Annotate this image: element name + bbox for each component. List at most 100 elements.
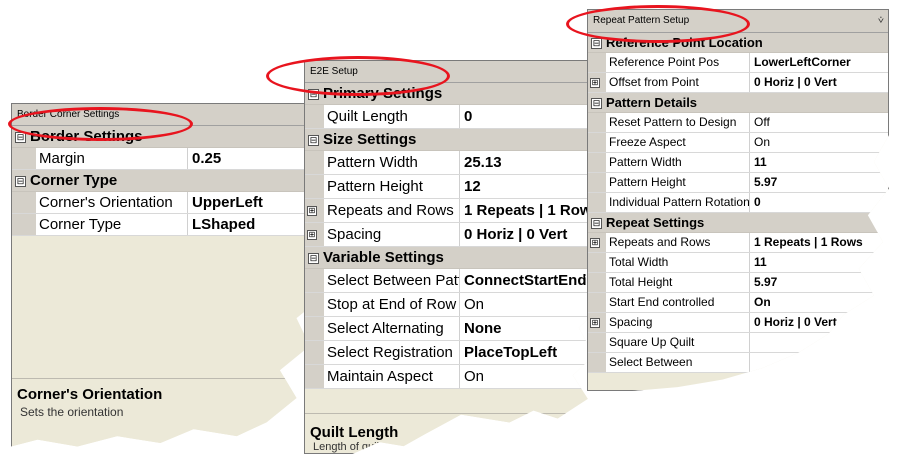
category-repeat-settings[interactable]: ⊟ Repeat Settings bbox=[588, 213, 888, 233]
property-row-pattern-width[interactable]: Pattern Width 11 bbox=[588, 153, 888, 173]
category-reference-point-location[interactable]: ⊟ Reference Point Location bbox=[588, 33, 888, 53]
property-row-total-width[interactable]: Total Width 11 bbox=[588, 253, 888, 273]
category-border-settings[interactable]: ⊟ Border Settings bbox=[12, 126, 342, 148]
category-label: Pattern Details bbox=[606, 95, 698, 110]
property-row-select-alternating[interactable]: Select Alternating None bbox=[305, 317, 605, 341]
property-value[interactable]: 11 bbox=[750, 153, 888, 172]
property-value[interactable]: On bbox=[460, 293, 605, 316]
category-size-settings[interactable]: ⊟ Size Settings bbox=[305, 129, 605, 151]
property-name: Reset Pattern to Design bbox=[606, 113, 750, 132]
row-gutter bbox=[588, 273, 606, 292]
border-corner-settings-panel: Border Corner Settings ⊟ Border Settings … bbox=[11, 103, 343, 447]
property-value[interactable]: Off bbox=[750, 113, 888, 132]
panel-title: Border Corner Settings bbox=[12, 104, 342, 126]
property-value[interactable]: 5.97 bbox=[750, 173, 888, 192]
collapse-icon[interactable]: ⊟ bbox=[308, 252, 319, 264]
property-value[interactable]: LowerLeftCorner bbox=[750, 53, 888, 72]
expand-icon[interactable]: ⊞ bbox=[307, 229, 317, 240]
category-corner-type[interactable]: ⊟ Corner Type bbox=[12, 170, 342, 192]
property-row-freeze-aspect[interactable]: Freeze Aspect On bbox=[588, 133, 888, 153]
category-primary-settings[interactable]: ⊟ Primary Settings bbox=[305, 83, 605, 105]
expand-icon[interactable]: ⊞ bbox=[590, 317, 600, 328]
property-value[interactable]: 1 Repeats | 1 Rows bbox=[460, 199, 605, 222]
property-row-pattern-height[interactable]: Pattern Height 5.97 bbox=[588, 173, 888, 193]
property-row-quilt-length[interactable]: Quilt Length 0 bbox=[305, 105, 605, 129]
collapse-icon[interactable]: ⊟ bbox=[15, 175, 26, 187]
property-grid: ⊟ Border Settings Margin 0.25 ⊟ Corner Typ… bbox=[12, 126, 342, 236]
property-row-repeats-and-rows[interactable]: ⊞ Repeats and Rows 1 Repeats | 1 Rows bbox=[305, 199, 605, 223]
collapse-icon[interactable]: ⊟ bbox=[308, 88, 319, 100]
property-value[interactable]: 1 Repeats | 1 Rows bbox=[750, 233, 888, 252]
collapse-icon[interactable]: ⊟ bbox=[15, 131, 26, 143]
collapse-icon[interactable]: ⊟ bbox=[591, 98, 602, 110]
property-value[interactable]: 25.13 bbox=[460, 151, 605, 174]
row-gutter bbox=[305, 341, 324, 364]
property-row-select-between[interactable]: Select Between Pattern ConnectStartEnd bbox=[305, 269, 605, 293]
row-gutter bbox=[588, 53, 606, 72]
property-row-total-height[interactable]: Total Height 5.97 bbox=[588, 273, 888, 293]
category-pattern-details[interactable]: ⊟ Pattern Details bbox=[588, 93, 888, 113]
property-value[interactable]: 0 Horiz | 0 Vert bbox=[750, 73, 888, 92]
property-value[interactable]: PlaceTopLeft bbox=[460, 341, 605, 364]
row-gutter bbox=[588, 153, 606, 172]
property-value[interactable] bbox=[750, 353, 888, 372]
property-row-offset-from-point[interactable]: ⊞ Offset from Point 0 Horiz | 0 Vert bbox=[588, 73, 888, 93]
property-row-start-end-controlled[interactable]: Start End controlled On bbox=[588, 293, 888, 313]
property-row-select-between[interactable]: Select Between bbox=[588, 353, 888, 373]
property-row-maintain-aspect[interactable]: Maintain Aspect On bbox=[305, 365, 605, 389]
row-gutter bbox=[588, 193, 606, 212]
property-row-corner-orientation[interactable]: Corner's Orientation UpperLeft bbox=[12, 192, 342, 214]
row-gutter: ⊞ bbox=[588, 73, 606, 92]
expand-icon[interactable]: ⊞ bbox=[307, 205, 317, 216]
property-value[interactable]: 5.97 bbox=[750, 273, 888, 292]
property-value[interactable]: On bbox=[460, 365, 605, 388]
property-row-square-up-quilt[interactable]: Square Up Quilt bbox=[588, 333, 888, 353]
property-name: Repeats and Rows bbox=[606, 233, 750, 252]
property-value[interactable]: 11 bbox=[750, 253, 888, 272]
property-value[interactable]: ConnectStartEnd bbox=[460, 269, 605, 292]
property-value[interactable]: 0 Horiz | 0 Vert bbox=[750, 313, 888, 332]
property-value[interactable]: On bbox=[750, 133, 888, 152]
property-row-spacing[interactable]: ⊞ Spacing 0 Horiz | 0 Vert bbox=[588, 313, 888, 333]
collapse-icon[interactable]: ⊟ bbox=[591, 38, 602, 50]
collapse-icon[interactable]: ⊟ bbox=[308, 134, 319, 146]
property-row-pattern-height[interactable]: Pattern Height 12 bbox=[305, 175, 605, 199]
pin-icon[interactable]: ⩒ bbox=[878, 10, 884, 32]
category-variable-settings[interactable]: ⊟ Variable Settings bbox=[305, 247, 605, 269]
property-name: Pattern Height bbox=[324, 175, 460, 198]
property-value[interactable]: 0 Horiz | 0 Vert bbox=[460, 223, 605, 246]
property-value[interactable] bbox=[750, 333, 888, 352]
property-value[interactable]: On bbox=[750, 293, 888, 312]
property-value[interactable]: 0 bbox=[750, 193, 888, 212]
property-row-reset-pattern[interactable]: Reset Pattern to Design Off bbox=[588, 113, 888, 133]
property-value[interactable]: 0 bbox=[460, 105, 605, 128]
property-row-reference-point-pos[interactable]: Reference Point Pos LowerLeftCorner bbox=[588, 53, 888, 73]
property-row-repeats-and-rows[interactable]: ⊞ Repeats and Rows 1 Repeats | 1 Rows bbox=[588, 233, 888, 253]
property-name: Freeze Aspect bbox=[606, 133, 750, 152]
description-text: Sets the orientation bbox=[20, 405, 124, 419]
panel-title: Repeat Pattern Setup ⩒ bbox=[588, 10, 888, 33]
property-row-pattern-width[interactable]: Pattern Width 25.13 bbox=[305, 151, 605, 175]
row-gutter bbox=[305, 293, 324, 316]
property-row-select-registration[interactable]: Select Registration PlaceTopLeft bbox=[305, 341, 605, 365]
panel-title: E2E Setup bbox=[305, 61, 605, 83]
row-gutter bbox=[305, 105, 324, 128]
category-label: Variable Settings bbox=[323, 249, 444, 266]
property-name: Maintain Aspect bbox=[324, 365, 460, 388]
property-row-spacing[interactable]: ⊞ Spacing 0 Horiz | 0 Vert bbox=[305, 223, 605, 247]
property-row-stop-at-end[interactable]: Stop at End of Row On bbox=[305, 293, 605, 317]
expand-icon[interactable]: ⊞ bbox=[590, 77, 600, 88]
property-value[interactable]: None bbox=[460, 317, 605, 340]
expand-icon[interactable]: ⊞ bbox=[590, 237, 600, 248]
property-row-margin[interactable]: Margin 0.25 bbox=[12, 148, 342, 170]
property-name: Margin bbox=[36, 148, 188, 169]
repeat-pattern-setup-panel: Repeat Pattern Setup ⩒ ⊟ Reference Point … bbox=[587, 9, 889, 391]
property-row-corner-type[interactable]: Corner Type LShaped bbox=[12, 214, 342, 236]
property-value[interactable]: 12 bbox=[460, 175, 605, 198]
row-gutter bbox=[305, 269, 324, 292]
row-gutter: ⊞ bbox=[305, 223, 324, 246]
property-name: Spacing bbox=[324, 223, 460, 246]
description-text: Length of quilt bbox=[313, 441, 383, 453]
collapse-icon[interactable]: ⊟ bbox=[591, 218, 602, 230]
property-row-individual-rotation[interactable]: Individual Pattern Rotation 0 bbox=[588, 193, 888, 213]
